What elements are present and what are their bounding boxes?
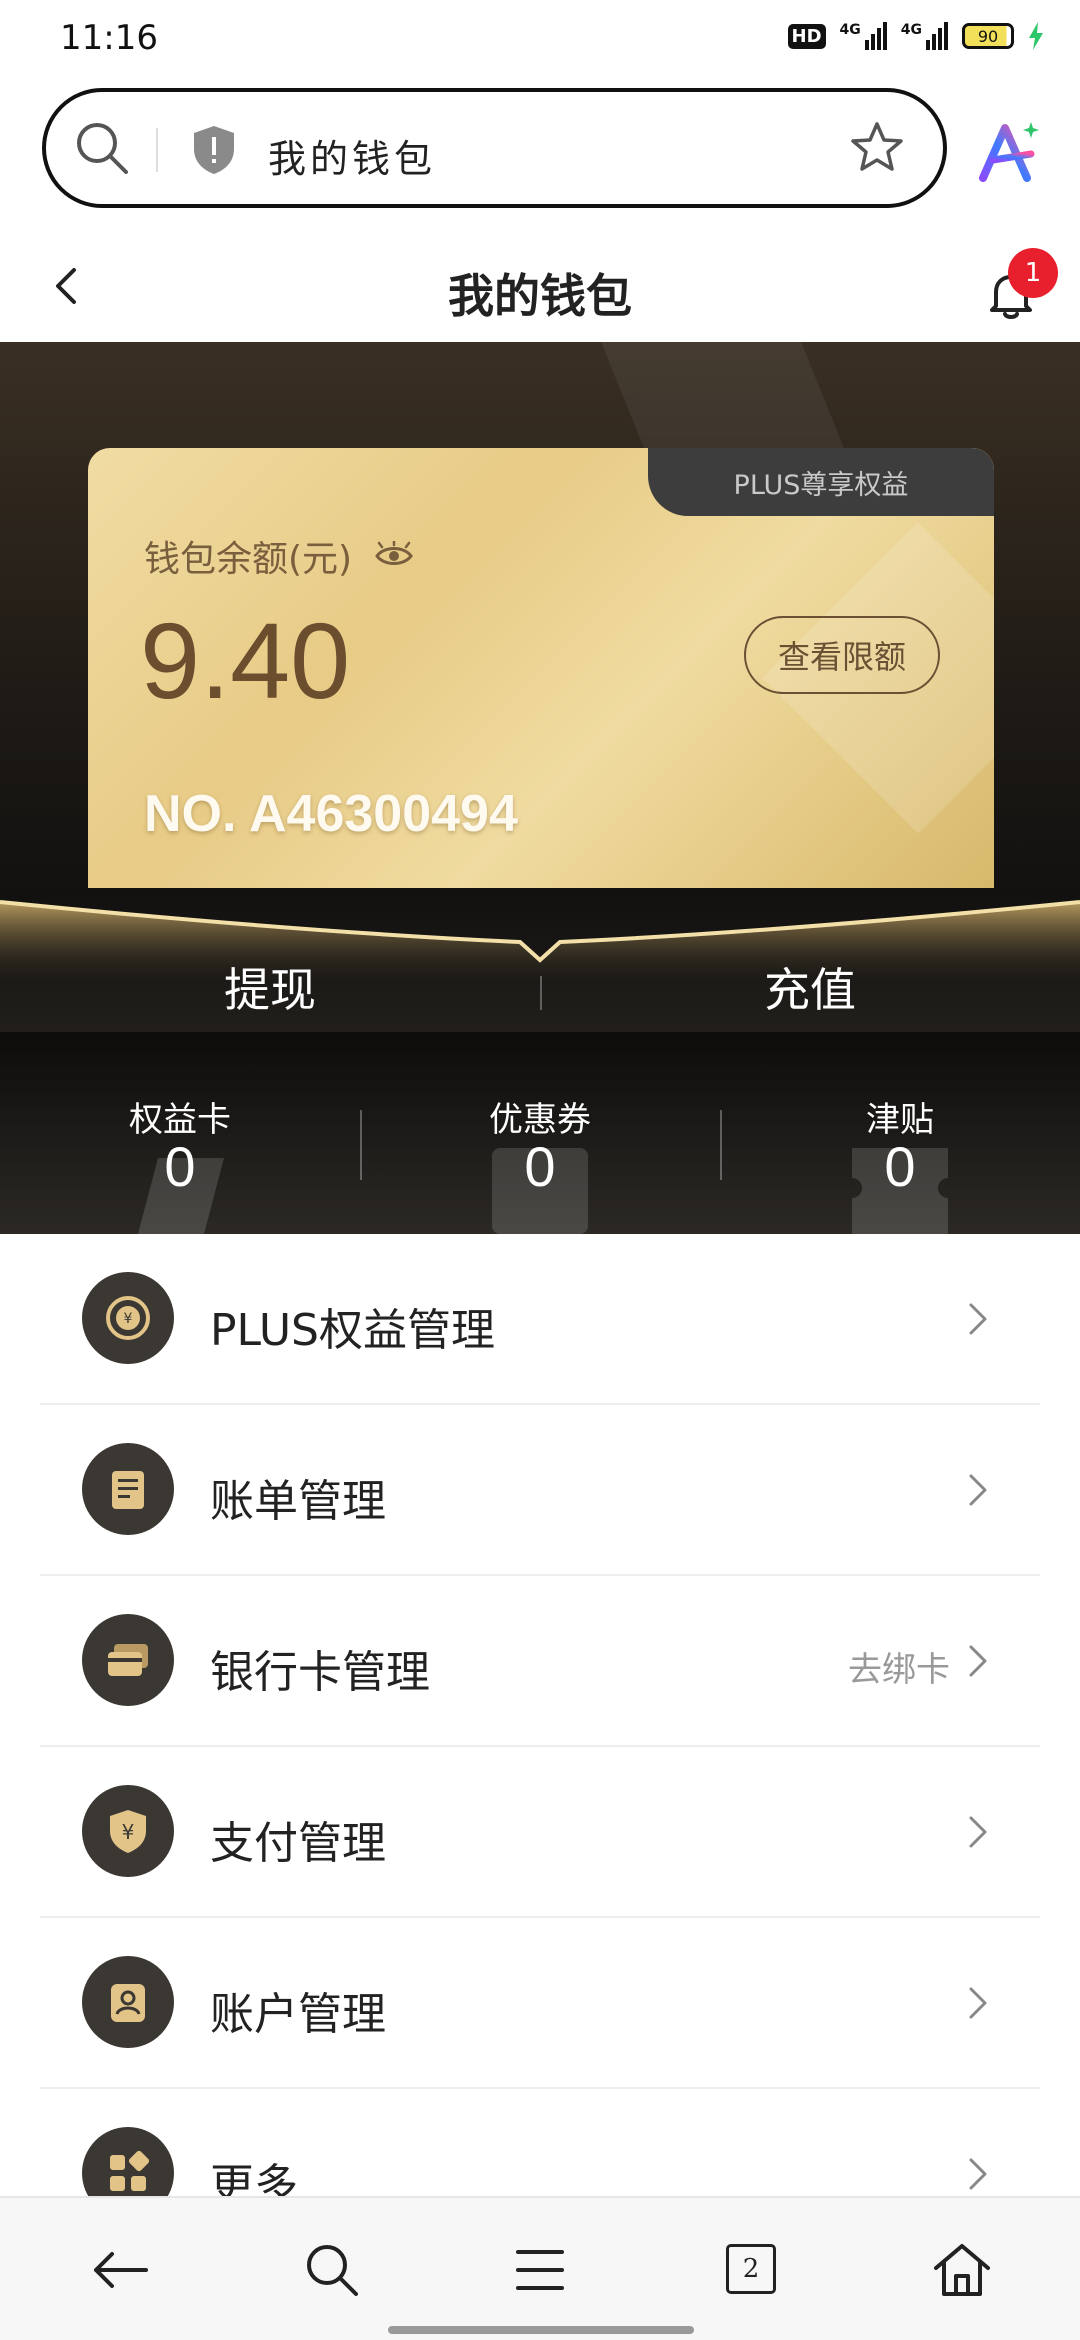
card-number: NO. A46300494 [144, 785, 518, 843]
svg-text:¥: ¥ [122, 1820, 135, 1844]
search-icon[interactable] [300, 2238, 364, 2302]
svg-text:¥: ¥ [124, 1311, 133, 1327]
plus-benefits-tab[interactable]: PLUS尊享权益 [648, 448, 994, 516]
stat-value: 0 [164, 1135, 196, 1198]
stat-value: 0 [524, 1135, 556, 1198]
balance-label-row: 钱包余额(元) [144, 530, 414, 582]
browser-bottom-nav: 2 [0, 2196, 1080, 2340]
menu-icon[interactable] [508, 2238, 572, 2302]
wallet-card: PLUS尊享权益 钱包余额(元) 9.40 查看限额 NO. A46300494 [88, 448, 994, 888]
balance-label: 钱包余额(元) [144, 539, 353, 580]
signal-icon: 4G [901, 22, 948, 50]
menu-item-label: 账户管理 [210, 1989, 386, 2040]
wallet-stats: 权益卡 0 优惠券 0 津贴 0 [0, 1032, 1080, 1234]
bind-card-hint[interactable]: 去绑卡 [848, 1642, 950, 1691]
wallet-hero: PLUS尊享权益 钱包余额(元) 9.40 查看限额 NO. A46300494… [0, 342, 1080, 1234]
account-icon [82, 1956, 174, 2048]
menu-item-label: 账单管理 [210, 1476, 386, 1527]
payment-shield-icon: ¥ [82, 1785, 174, 1877]
ai-assistant-icon[interactable] [975, 118, 1043, 186]
charging-bolt-icon [1029, 22, 1043, 50]
search-icon[interactable] [70, 116, 134, 180]
menu-item-bills[interactable]: 账单管理 [40, 1405, 1040, 1576]
plus-coin-icon: ¥ [82, 1272, 174, 1364]
bookmark-star-icon[interactable] [847, 118, 907, 178]
signal-icon: 4G [840, 22, 887, 50]
menu-item-payment[interactable]: ¥ 支付管理 [40, 1747, 1040, 1918]
wallet-actions: 提现 充值 [0, 902, 1080, 1032]
menu-item-bank-cards[interactable]: 银行卡管理 去绑卡 [40, 1576, 1040, 1747]
menu-item-label: PLUS权益管理 [210, 1305, 495, 1356]
bank-card-icon [82, 1614, 174, 1706]
gesture-home-bar[interactable] [388, 2326, 694, 2334]
menu-item-label: 支付管理 [210, 1818, 386, 1869]
menu-item-label: 银行卡管理 [210, 1647, 430, 1698]
wallet-menu: ¥ PLUS权益管理 账单管理 银行卡管理 去绑卡 ¥ 支付管理 账户管理 更多 [0, 1234, 1080, 2260]
chevron-right-icon [969, 1816, 987, 1848]
hd-icon: HD [787, 23, 826, 49]
view-limit-button[interactable]: 查看限额 [744, 616, 940, 694]
bill-icon [82, 1443, 174, 1535]
eye-icon[interactable] [374, 541, 414, 571]
chevron-right-icon [969, 1474, 987, 1506]
security-shield-icon[interactable] [186, 122, 242, 178]
page-header: 我的钱包 1 [0, 230, 1080, 342]
chevron-right-icon [969, 2158, 987, 2190]
status-bar: 11:16 HD 4G 4G 90 [0, 0, 1080, 80]
stat-benefit-cards[interactable]: 权益卡 0 [0, 1032, 360, 1234]
chevron-right-icon [969, 1987, 987, 2019]
status-icons: HD 4G 4G 90 [787, 22, 1044, 50]
balance-amount: 9.40 [140, 600, 351, 721]
stat-allowance[interactable]: 津贴 0 [720, 1032, 1080, 1234]
battery-icon: 90 [962, 23, 1014, 49]
menu-item-account[interactable]: 账户管理 [40, 1918, 1040, 2089]
address-bar[interactable]: 我的钱包 [42, 88, 947, 208]
status-time: 11:16 [60, 18, 158, 58]
home-icon[interactable] [930, 2238, 994, 2302]
recharge-button[interactable]: 充值 [540, 954, 1080, 1020]
back-icon[interactable] [88, 2238, 152, 2302]
page-title: 我的钱包 [448, 269, 632, 323]
stat-value: 0 [884, 1135, 916, 1198]
chevron-right-icon [969, 1645, 987, 1677]
stat-coupons[interactable]: 优惠券 0 [360, 1032, 720, 1234]
divider [156, 128, 158, 172]
withdraw-button[interactable]: 提现 [0, 954, 540, 1020]
tabs-count-button[interactable]: 2 [726, 2244, 776, 2294]
url-text[interactable]: 我的钱包 [268, 128, 436, 183]
menu-item-plus-benefits[interactable]: ¥ PLUS权益管理 [40, 1234, 1040, 1405]
notification-badge: 1 [1008, 248, 1058, 298]
chevron-right-icon [969, 1303, 987, 1335]
